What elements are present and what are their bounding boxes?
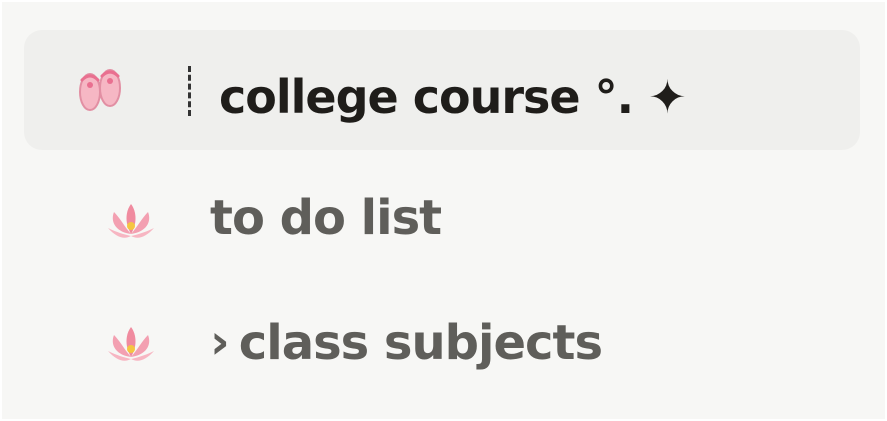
title-divider: [188, 66, 191, 116]
sidebar-item-class-subjects[interactable]: › class subjects: [24, 283, 860, 403]
sidebar-item-text: class subjects: [238, 315, 603, 371]
lotus-icon: [108, 204, 154, 238]
sidebar-item-label: to do list: [210, 190, 442, 246]
sidebar-item-college-course[interactable]: college course °. ✦: [24, 30, 860, 150]
ballet-shoes-icon: [79, 69, 121, 111]
sidebar-item-label: college course °. ✦: [219, 70, 687, 124]
sidebar-item-to-do-list[interactable]: to do list: [24, 160, 860, 280]
sidebar-item-label: › class subjects: [210, 318, 603, 367]
lotus-icon: [108, 327, 154, 361]
chevron-right-icon[interactable]: ›: [210, 318, 230, 366]
sidebar-panel: college course °. ✦ to do list › class su…: [2, 2, 885, 419]
